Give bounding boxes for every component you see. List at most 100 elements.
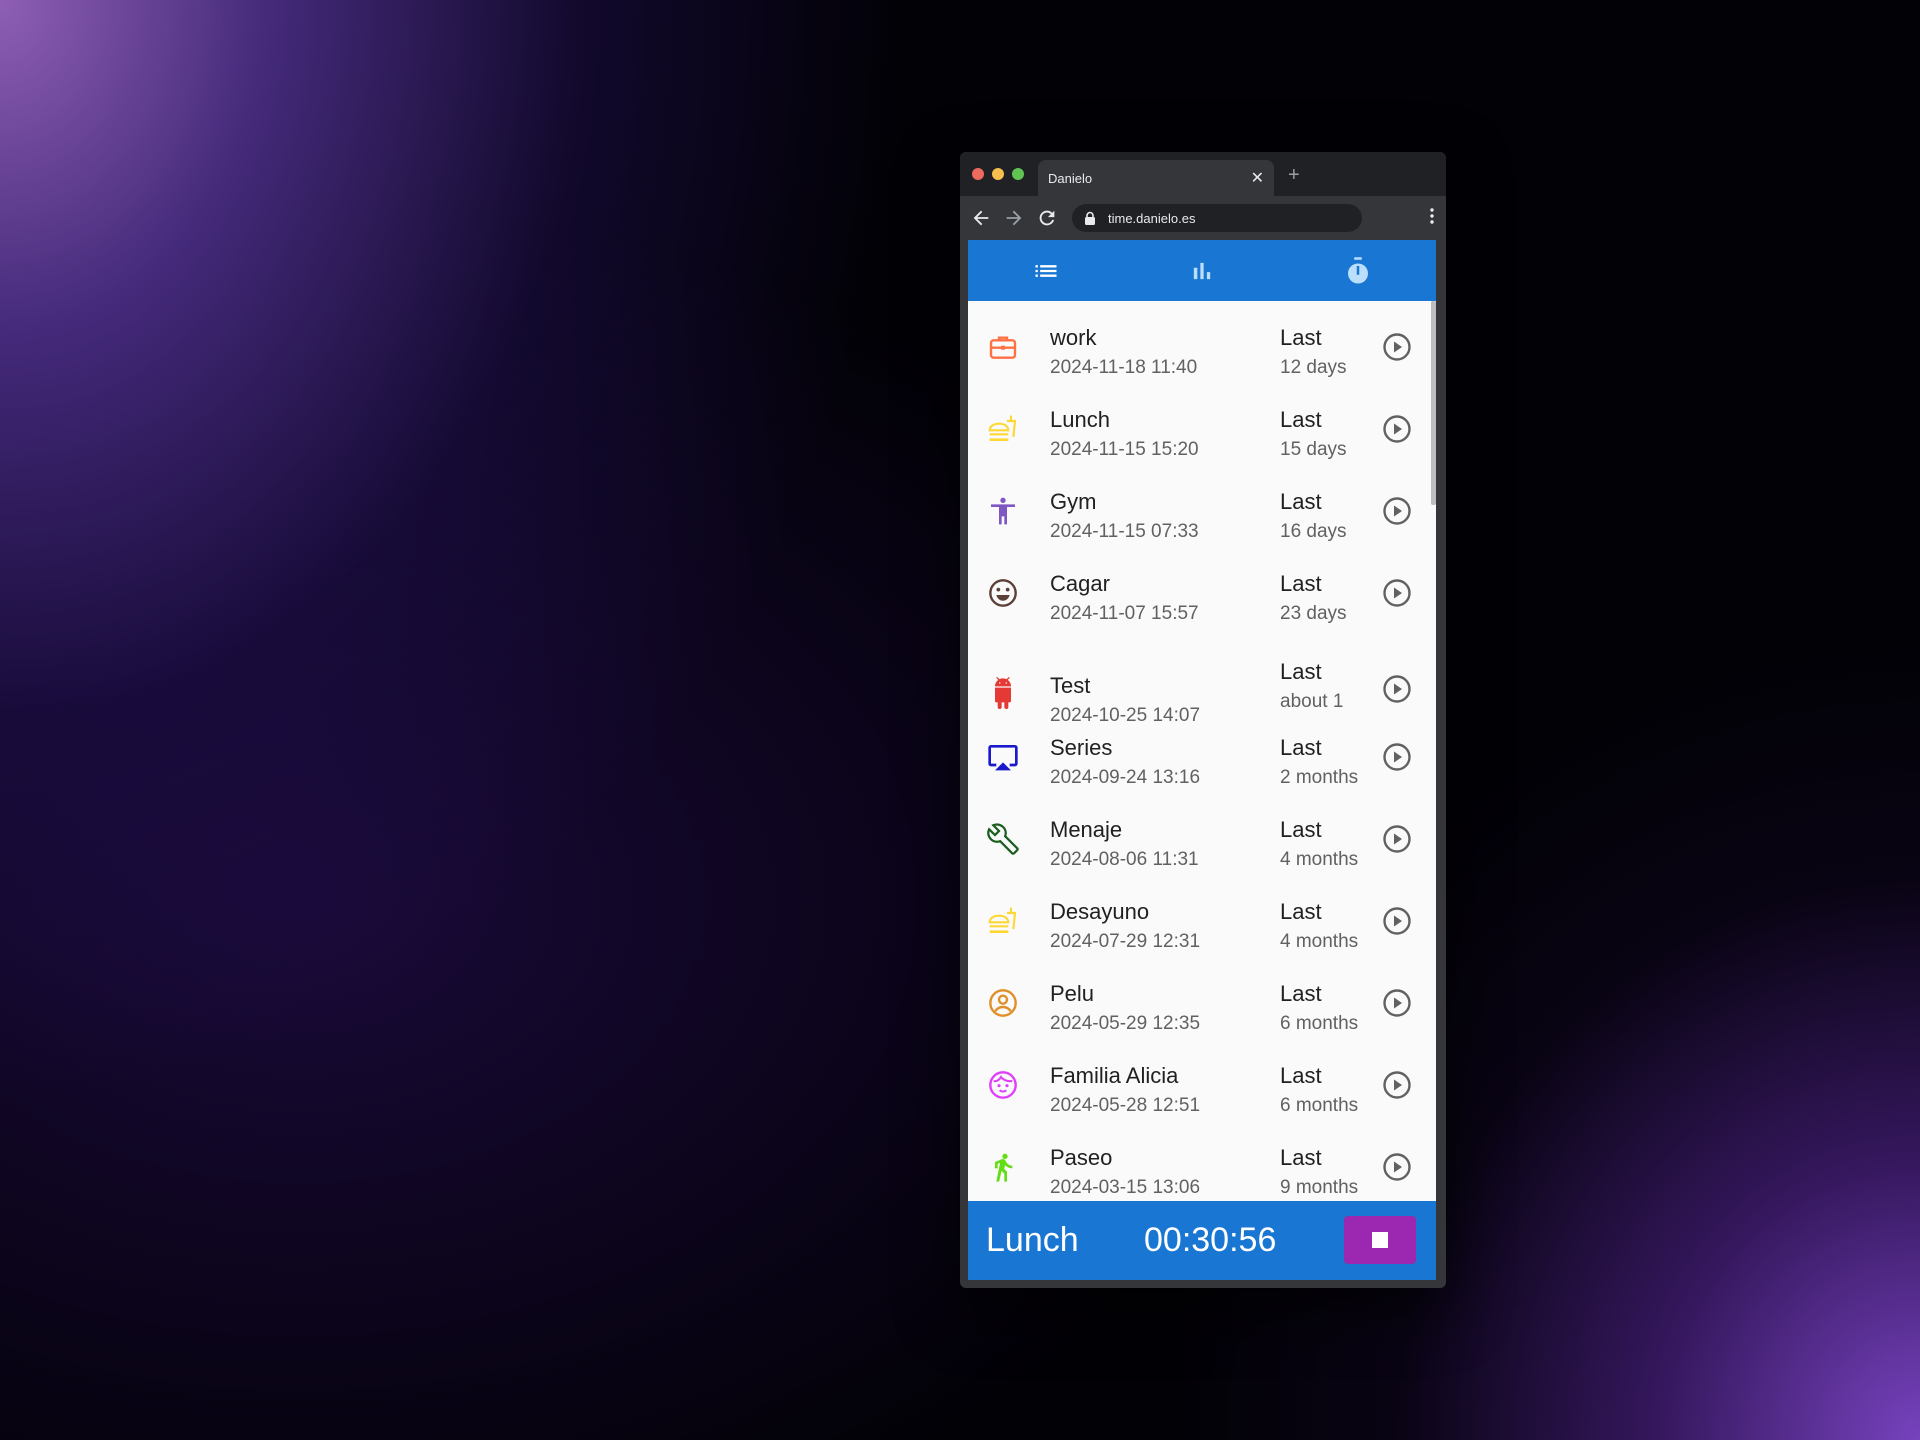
- last-label: Last: [1280, 489, 1322, 514]
- time-ago: 6 months: [1280, 1013, 1359, 1034]
- play-icon[interactable]: [1382, 414, 1412, 444]
- activity-date: 2024-05-28 12:51: [1050, 1095, 1201, 1116]
- time-ago: 4 months: [1280, 931, 1359, 952]
- list-item[interactable]: Lunch 2024-11-15 15:20 Last 15 days: [968, 387, 1431, 469]
- play-icon[interactable]: [1382, 1070, 1412, 1100]
- smiley-icon: [989, 579, 1017, 607]
- list-item[interactable]: Menaje 2024-08-06 11:31 Last 4 months: [968, 797, 1431, 879]
- activity-date: 2024-03-15 13:06: [1050, 1177, 1201, 1198]
- tab-list[interactable]: [968, 240, 1124, 301]
- activity-name: Gym: [1050, 489, 1097, 514]
- back-icon[interactable]: [970, 207, 992, 229]
- accessibility-icon: [991, 497, 1015, 525]
- last-label: Last: [1280, 735, 1322, 760]
- last-label: Last: [1280, 1145, 1322, 1170]
- url-text: time.danielo.es: [1108, 211, 1196, 226]
- bar-chart-icon: [1193, 262, 1211, 279]
- browser-tab[interactable]: Danielo ✕: [1038, 160, 1274, 196]
- stop-icon: [1372, 1232, 1388, 1248]
- list-item[interactable]: Cagar 2024-11-07 15:57 Last 23 days: [968, 551, 1431, 633]
- time-ago: 6 months: [1280, 1095, 1359, 1116]
- last-label: Last: [1280, 571, 1322, 596]
- activity-name: Test: [1050, 673, 1091, 698]
- tab-timer[interactable]: [1280, 240, 1436, 301]
- maximize-window-button[interactable]: [1012, 168, 1024, 180]
- activity-name: Lunch: [1050, 407, 1110, 432]
- activity-name: Menaje: [1050, 817, 1123, 842]
- briefcase-icon: [989, 336, 1017, 359]
- wrench-icon: [987, 823, 1019, 855]
- list-item[interactable]: Gym 2024-11-15 07:33 Last 16 days: [968, 469, 1431, 551]
- time-ago: 15 days: [1280, 439, 1347, 460]
- list-item[interactable]: Paseo 2024-03-15 13:06 Last 9 months: [968, 1125, 1431, 1201]
- stop-button[interactable]: [1344, 1216, 1416, 1264]
- tab-close-icon[interactable]: ✕: [1251, 168, 1264, 188]
- play-icon[interactable]: [1382, 1152, 1412, 1182]
- play-icon[interactable]: [1382, 742, 1412, 772]
- activity-date: 2024-09-24 13:16: [1050, 767, 1201, 788]
- minimize-window-button[interactable]: [992, 168, 1004, 180]
- more-vert-icon[interactable]: [1430, 208, 1434, 224]
- airplay-icon: [988, 745, 1018, 771]
- forward-icon[interactable]: [1003, 207, 1025, 229]
- lock-icon: [1085, 211, 1095, 225]
- app-viewport: work 2024-11-18 11:40 Last 12 days Lunch: [968, 240, 1436, 1280]
- time-ago: 4 months: [1280, 849, 1359, 870]
- android-icon: [995, 677, 1011, 709]
- browser-toolbar: time.danielo.es: [960, 196, 1446, 240]
- current-activity-name: Lunch: [986, 1221, 1079, 1259]
- activity-date: 2024-05-29 12:35: [1050, 1013, 1201, 1034]
- list-item[interactable]: Series 2024-09-24 13:16 Last 2 months: [968, 715, 1431, 797]
- activity-name: Desayuno: [1050, 899, 1150, 924]
- last-label: Last: [1280, 407, 1322, 432]
- play-icon[interactable]: [1382, 988, 1412, 1018]
- list-scrollbar[interactable]: [1431, 301, 1436, 505]
- play-icon[interactable]: [1382, 906, 1412, 936]
- child-face-icon: [989, 1071, 1017, 1099]
- last-label: Last: [1280, 325, 1322, 350]
- list-item[interactable]: Familia Alicia 2024-05-28 12:51 Last 6 m…: [968, 1043, 1431, 1125]
- time-ago: 16 days: [1280, 521, 1347, 542]
- time-ago: 2 months: [1280, 767, 1359, 788]
- current-activity-bar: Lunch 00:30:56: [968, 1201, 1436, 1280]
- last-label: Last: [1280, 899, 1322, 924]
- fastfood-icon: [988, 907, 1017, 933]
- browser-window: Danielo ✕ + time.danielo.es work 2024-11…: [960, 152, 1446, 1288]
- tab-stats[interactable]: [1124, 240, 1280, 301]
- list-item[interactable]: Desayuno 2024-07-29 12:31 Last 4 months: [968, 879, 1431, 961]
- activity-date: 2024-11-15 07:33: [1050, 521, 1199, 542]
- reload-icon[interactable]: [1036, 207, 1058, 229]
- tab-title: Danielo: [1048, 171, 1093, 186]
- activity-name: Cagar: [1050, 571, 1110, 596]
- activity-date: 2024-07-29 12:31: [1050, 931, 1201, 952]
- list-item[interactable]: Pelu 2024-05-29 12:35 Last 6 months: [968, 961, 1431, 1043]
- fastfood-icon: [988, 415, 1017, 441]
- app-nav-bar: [968, 240, 1436, 301]
- activity-date: 2024-11-07 15:57: [1050, 603, 1199, 624]
- play-icon[interactable]: [1382, 824, 1412, 854]
- last-label: Last: [1280, 981, 1322, 1006]
- activity-date: 2024-11-18 11:40: [1050, 357, 1198, 378]
- play-icon[interactable]: [1382, 332, 1412, 362]
- play-icon[interactable]: [1382, 674, 1412, 704]
- address-bar[interactable]: time.danielo.es: [1072, 204, 1362, 232]
- activity-name: Paseo: [1050, 1145, 1113, 1170]
- run-icon: [995, 1153, 1013, 1182]
- play-icon[interactable]: [1382, 496, 1412, 526]
- activity-date: 2024-11-15 15:20: [1050, 439, 1199, 460]
- activity-list[interactable]: work 2024-11-18 11:40 Last 12 days Lunch: [968, 301, 1436, 1201]
- new-tab-button[interactable]: +: [1288, 164, 1300, 187]
- activity-date: 2024-08-06 11:31: [1050, 849, 1199, 870]
- time-ago: 9 months: [1280, 1177, 1359, 1198]
- play-icon[interactable]: [1382, 578, 1412, 608]
- last-label: Last: [1280, 817, 1322, 842]
- time-ago: 12 days: [1280, 357, 1347, 378]
- activity-name: Familia Alicia: [1050, 1063, 1179, 1088]
- list-item[interactable]: work 2024-11-18 11:40 Last 12 days: [968, 305, 1431, 387]
- activity-name: Series: [1050, 735, 1113, 760]
- time-ago: 23 days: [1280, 603, 1347, 624]
- activity-name: work: [1050, 325, 1097, 350]
- close-window-button[interactable]: [972, 168, 984, 180]
- timer-icon: [1348, 256, 1368, 283]
- time-ago: about 1: [1280, 691, 1344, 712]
